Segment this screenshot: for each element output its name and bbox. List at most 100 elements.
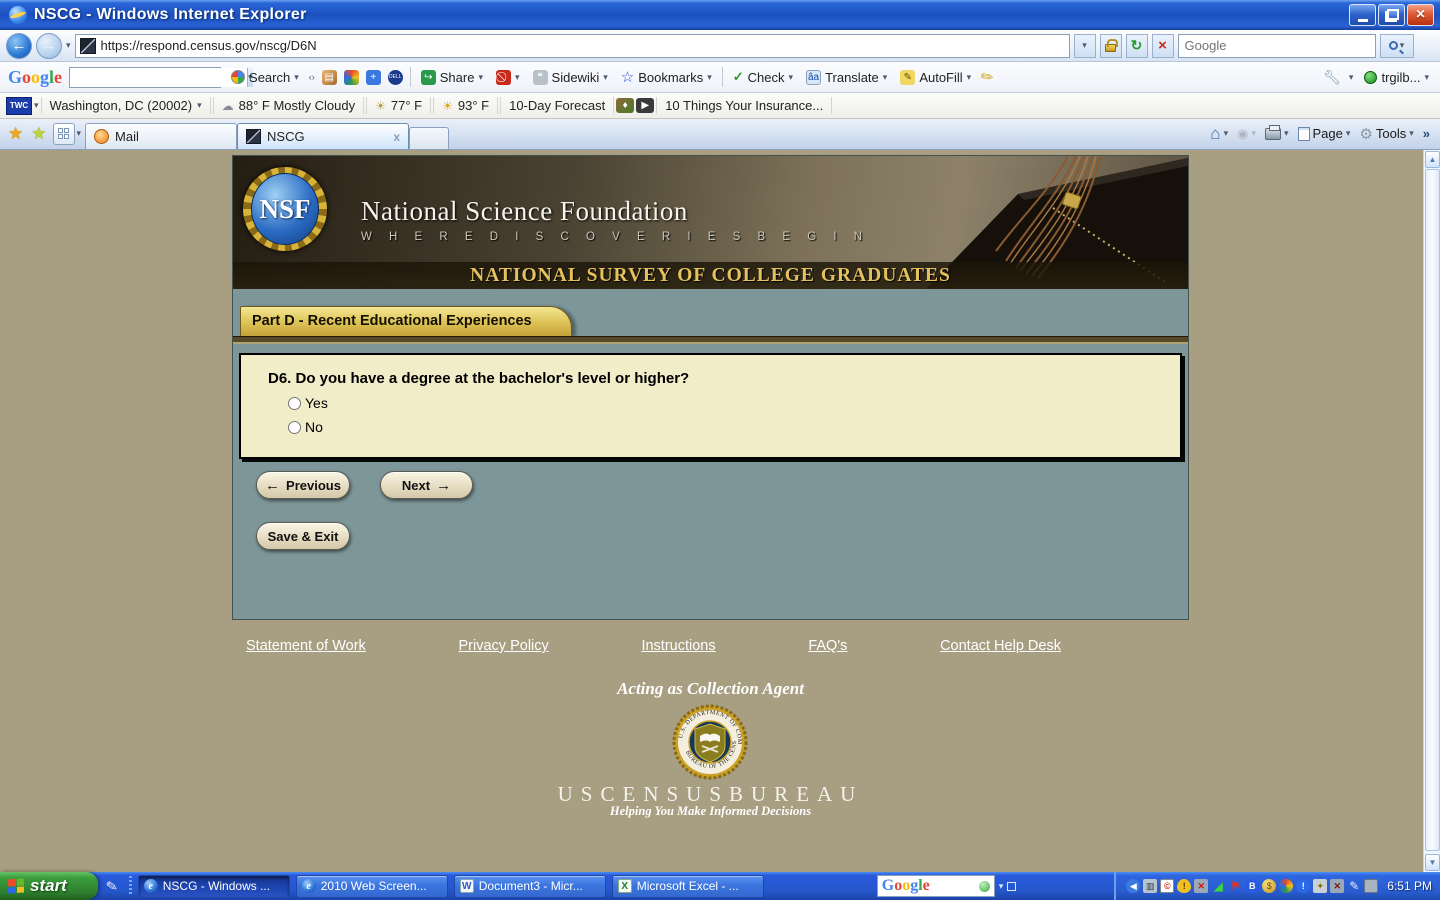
google-toolbar-search-box[interactable]: ▾ bbox=[69, 67, 221, 88]
favorites-star-icon[interactable]: ★ bbox=[8, 124, 23, 144]
weather-location-select[interactable]: Washington, DC (20002)▾ bbox=[41, 97, 211, 114]
tab-nscg[interactable]: NSCG x bbox=[237, 123, 409, 149]
add-favorite-icon[interactable]: ★ bbox=[31, 124, 46, 144]
refresh-button[interactable]: ↻ bbox=[1126, 34, 1148, 58]
deskbar-restore-icon[interactable] bbox=[1007, 882, 1016, 891]
twc-logo-icon[interactable]: TWC bbox=[6, 97, 32, 115]
google-toolbar-search-input[interactable] bbox=[70, 68, 247, 87]
translate-button[interactable]: âa Translate▾ bbox=[803, 68, 890, 87]
back-button[interactable]: ← bbox=[6, 33, 32, 59]
new-tab-stub[interactable] bbox=[409, 127, 449, 149]
quick-tabs-grid-icon bbox=[58, 128, 69, 139]
scroll-up-button[interactable]: ▲ bbox=[1425, 151, 1440, 168]
tray-bluetooth-icon[interactable]: B bbox=[1245, 879, 1259, 893]
add-gadget-icon[interactable]: + bbox=[366, 70, 381, 85]
browser-search-input[interactable] bbox=[1185, 38, 1369, 53]
print-button[interactable]: ▾ bbox=[1265, 128, 1289, 140]
taskbar-task-nscg[interactable]: e NSCG - Windows ... bbox=[138, 875, 290, 898]
taskbar-task-web-screen[interactable]: e 2010 Web Screen... bbox=[296, 875, 448, 898]
browser-search-box[interactable] bbox=[1178, 34, 1376, 58]
radio-yes[interactable] bbox=[288, 397, 301, 410]
toolbar-overflow-icon[interactable]: ‹› bbox=[309, 72, 315, 82]
tab-close-icon[interactable]: x bbox=[393, 130, 400, 144]
address-bar[interactable] bbox=[75, 34, 1070, 58]
blocked-popup-button[interactable]: ⃠ ▾ bbox=[493, 68, 523, 87]
scrollbar-thumb[interactable] bbox=[1425, 169, 1440, 851]
vertical-scrollbar[interactable]: ▲ ▼ bbox=[1423, 150, 1440, 872]
tray-display-icon[interactable]: ▥ bbox=[1143, 879, 1157, 893]
google-search-button[interactable]: Search ▾ bbox=[228, 68, 302, 87]
toolbar-settings-wrench-icon[interactable]: 🔧︎ bbox=[1323, 69, 1341, 86]
home-button[interactable]: ⌂▾ bbox=[1210, 124, 1228, 144]
tray-copyright-icon[interactable]: © bbox=[1160, 879, 1174, 893]
nsf-banner: NSF National Science Foundation W H E R … bbox=[233, 156, 1188, 289]
save-exit-button[interactable]: Save & Exit bbox=[256, 522, 350, 550]
forward-button[interactable]: → bbox=[36, 33, 62, 59]
radio-no[interactable] bbox=[288, 421, 301, 434]
autofill-button[interactable]: ✎ AutoFill▾ bbox=[897, 68, 974, 87]
video-camera-icon[interactable]: ▶ bbox=[636, 98, 654, 113]
deskbar-search-box[interactable]: Google bbox=[877, 875, 995, 897]
search-go-button[interactable]: ▾ bbox=[1380, 34, 1414, 58]
bookmarks-button[interactable]: ☆ Bookmarks▾ bbox=[618, 66, 715, 88]
tray-mouse-icon[interactable]: ✦ bbox=[1313, 879, 1327, 893]
history-dropdown[interactable]: ▾ bbox=[66, 40, 71, 51]
page-menu[interactable]: Page▾ bbox=[1298, 126, 1351, 141]
share-button[interactable]: ↪ Share▾ bbox=[418, 68, 486, 87]
restore-button[interactable] bbox=[1378, 4, 1405, 26]
tab-mail[interactable]: Mail bbox=[85, 123, 237, 149]
tray-signal-bars-icon[interactable]: ◢ bbox=[1211, 879, 1225, 893]
google-deskbar[interactable]: Google ▾ bbox=[877, 875, 1017, 897]
highlighter-icon[interactable]: ✎ bbox=[977, 66, 998, 88]
account-menu[interactable]: trgilb...▾ bbox=[1361, 68, 1432, 87]
high-temp[interactable]: ☀ 93° F bbox=[433, 97, 498, 114]
tray-alert-icon[interactable]: ! bbox=[1296, 879, 1310, 893]
current-conditions[interactable]: ☁ 88° F Mostly Cloudy bbox=[213, 97, 364, 114]
tray-security-shield-icon[interactable]: ! bbox=[1177, 879, 1191, 893]
next-button[interactable]: Next → bbox=[380, 471, 473, 499]
tray-swirl-icon[interactable] bbox=[1279, 879, 1293, 893]
toolbar-chevron-icon[interactable]: » bbox=[1423, 126, 1430, 141]
low-temp[interactable]: ☀ 77° F bbox=[366, 97, 431, 114]
address-dropdown-button[interactable]: ▾ bbox=[1074, 34, 1096, 58]
tray-hide-icons-icon[interactable]: ◀ bbox=[1126, 879, 1140, 893]
minimize-button[interactable] bbox=[1349, 4, 1376, 26]
url-input[interactable] bbox=[101, 38, 1065, 53]
tray-network-error-icon[interactable]: ✕ bbox=[1194, 879, 1208, 893]
tray-remove-icon[interactable]: ✕ bbox=[1330, 879, 1344, 893]
tray-flag-icon[interactable]: ⚑ bbox=[1228, 879, 1242, 893]
windows-logo-icon bbox=[8, 878, 24, 893]
news-icon[interactable]: ▤ bbox=[322, 70, 337, 85]
tray-monitor-icon[interactable] bbox=[1364, 879, 1378, 893]
feeds-button[interactable]: ◉▾ bbox=[1237, 126, 1256, 142]
link-statement-of-work[interactable]: Statement of Work bbox=[246, 638, 366, 654]
news-headline-link[interactable]: 10 Things Your Insurance... bbox=[656, 97, 832, 114]
printer-icon bbox=[1265, 128, 1281, 140]
tab-list-dropdown[interactable]: ▾ bbox=[77, 128, 82, 139]
close-button[interactable]: × bbox=[1407, 4, 1434, 26]
spellcheck-button[interactable]: ✓ Check▾ bbox=[730, 67, 796, 87]
quick-launch-pen-icon[interactable]: ✎ bbox=[105, 877, 120, 896]
twc-menu-dropdown[interactable]: ▾ bbox=[34, 100, 39, 111]
link-contact-help-desk[interactable]: Contact Help Desk bbox=[940, 638, 1061, 654]
tray-pen-icon[interactable]: ✎ bbox=[1347, 879, 1361, 893]
taskbar-task-excel[interactable]: X Microsoft Excel - ... bbox=[612, 875, 764, 898]
tray-coins-icon[interactable]: $ bbox=[1262, 879, 1276, 893]
stop-button[interactable]: × bbox=[1152, 34, 1174, 58]
ten-day-forecast-link[interactable]: 10-Day Forecast bbox=[500, 97, 614, 114]
swirl-icon[interactable] bbox=[344, 70, 359, 85]
link-instructions[interactable]: Instructions bbox=[641, 638, 715, 654]
security-lock-button[interactable] bbox=[1100, 34, 1122, 58]
quick-tabs-button[interactable] bbox=[53, 123, 75, 145]
weather-map-icon[interactable]: ♦ bbox=[616, 98, 634, 113]
link-faqs[interactable]: FAQ's bbox=[808, 638, 847, 654]
start-button[interactable]: start bbox=[0, 872, 98, 900]
dell-icon[interactable]: DELL bbox=[388, 70, 403, 85]
sidewiki-button[interactable]: ❝ Sidewiki▾ bbox=[530, 68, 611, 87]
scroll-down-button[interactable]: ▼ bbox=[1425, 854, 1440, 871]
tools-menu[interactable]: ⚙ Tools▾ bbox=[1359, 125, 1413, 143]
taskbar-task-word[interactable]: W Document3 - Micr... bbox=[454, 875, 606, 898]
previous-button[interactable]: ← Previous bbox=[256, 471, 350, 499]
deskbar-dropdown-icon[interactable]: ▾ bbox=[999, 881, 1004, 892]
link-privacy-policy[interactable]: Privacy Policy bbox=[459, 638, 549, 654]
